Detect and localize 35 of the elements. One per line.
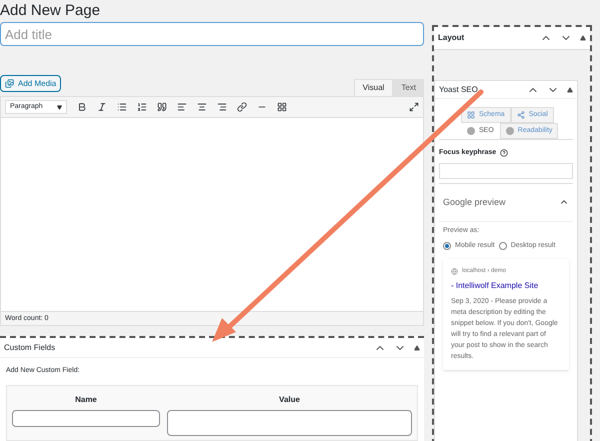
- bullet-list-icon[interactable]: [117, 102, 127, 112]
- section-title: Google preview: [443, 196, 506, 209]
- numbered-list-icon[interactable]: [137, 102, 147, 112]
- editor-tab[interactable]: Visual: [354, 79, 394, 96]
- help-icon[interactable]: [500, 149, 508, 158]
- add-media-button[interactable]: Add Media: [0, 75, 62, 92]
- panel-title: Custom Fields: [4, 342, 56, 354]
- collapse-icon[interactable]: [414, 344, 420, 350]
- column-header: Value: [279, 394, 300, 406]
- name-field[interactable]: [12, 410, 160, 426]
- globe-icon: [451, 268, 458, 275]
- collapse-icon[interactable]: [580, 35, 586, 41]
- editor-tab[interactable]: Text: [393, 79, 424, 96]
- panel-title: Layout: [438, 32, 464, 44]
- toolbar-toggle-icon[interactable]: [277, 102, 287, 112]
- quote-icon[interactable]: [157, 102, 167, 112]
- align-right-icon[interactable]: [217, 102, 227, 112]
- fullscreen-icon[interactable]: [409, 102, 419, 112]
- schema-icon: [467, 111, 475, 119]
- bold-icon[interactable]: [77, 102, 87, 112]
- italic-icon[interactable]: [97, 102, 107, 112]
- column-header: Name: [75, 394, 97, 406]
- value-field[interactable]: [167, 410, 412, 436]
- share-icon: [516, 111, 525, 119]
- align-center-icon[interactable]: [197, 102, 207, 112]
- panel-title: Yoast SEO: [439, 84, 478, 96]
- page-heading: Add New Page: [0, 1, 102, 21]
- collapse-icon[interactable]: [567, 86, 573, 92]
- link-icon[interactable]: [237, 102, 247, 112]
- caret-icon: [57, 104, 62, 110]
- focus-keyphrase-field[interactable]: [439, 162, 573, 178]
- align-left-icon[interactable]: [177, 102, 187, 112]
- title-field[interactable]: Add title: [0, 22, 424, 46]
- snippet-title[interactable]: - Intelliwolf Example Site: [451, 280, 561, 292]
- media-icon: [5, 79, 14, 88]
